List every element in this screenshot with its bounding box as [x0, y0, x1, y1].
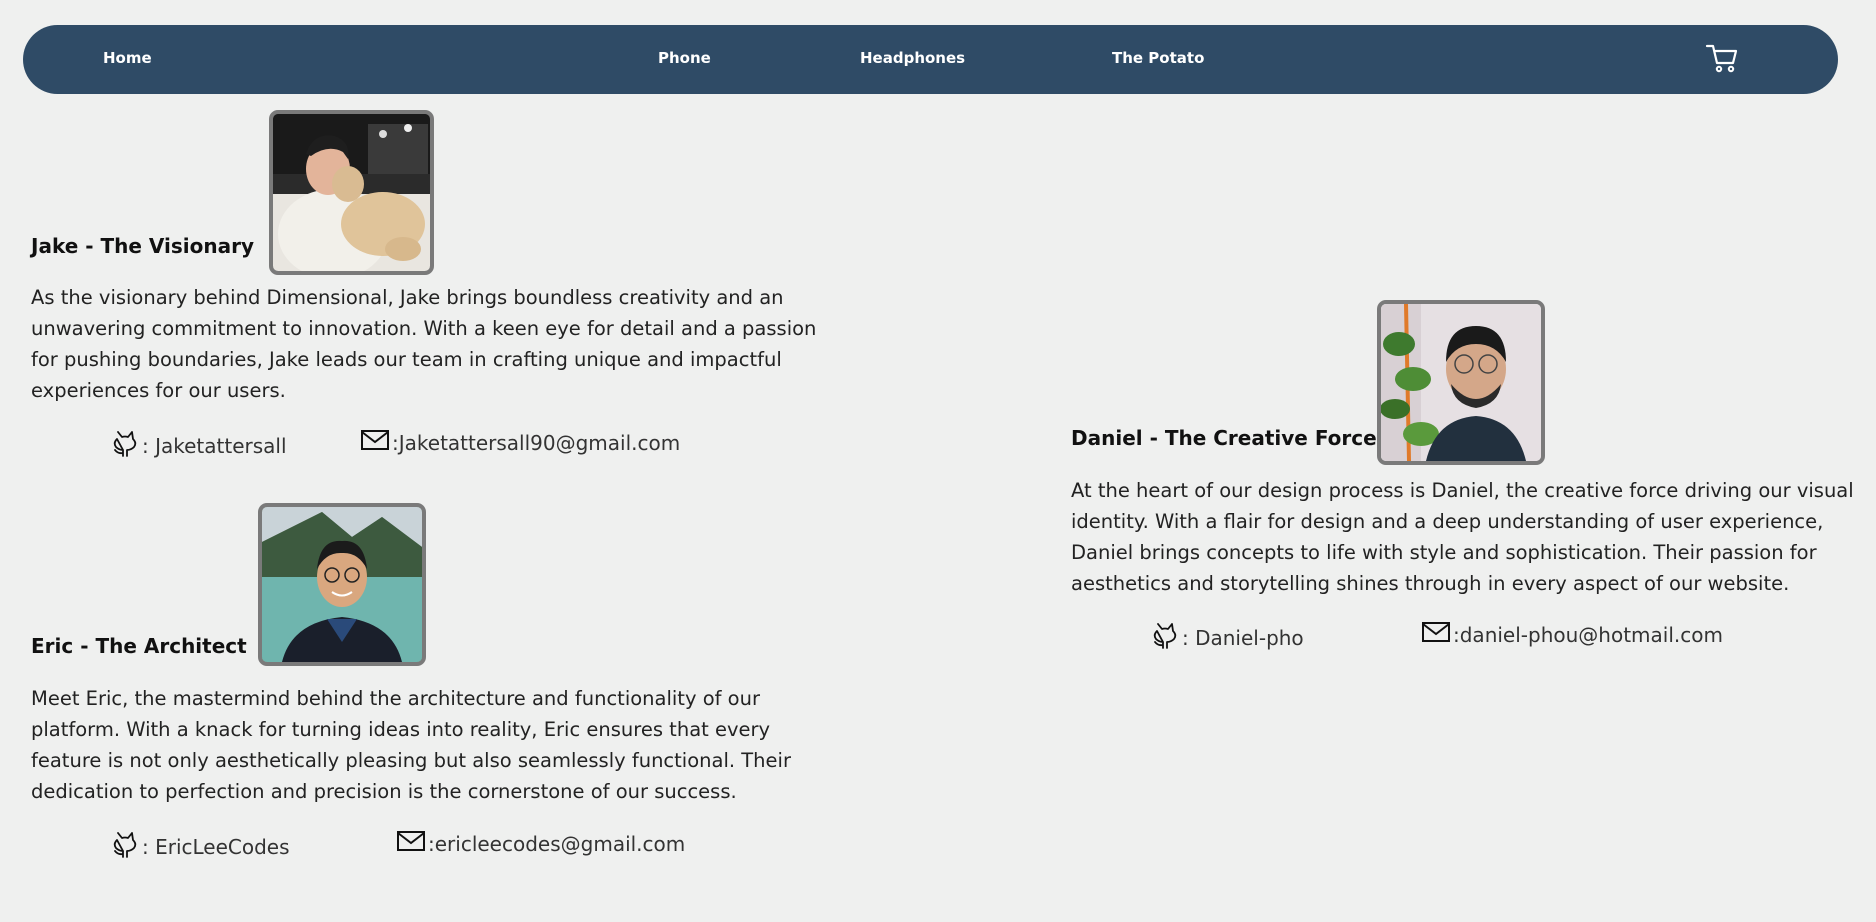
nav-link-home[interactable]: Home — [103, 25, 152, 94]
nav-link-headphones[interactable]: Headphones — [860, 25, 965, 94]
jake-github-link[interactable]: : Jaketattersall — [110, 428, 287, 463]
github-icon — [1150, 620, 1180, 655]
eric-email-address: :ericleecodes@gmail.com — [428, 831, 686, 856]
mail-icon — [1421, 620, 1451, 649]
github-icon — [110, 829, 140, 864]
jake-email-address: :Jaketattersall90@gmail.com — [392, 430, 681, 455]
daniel-photo — [1377, 300, 1545, 465]
jake-photo — [269, 110, 434, 275]
jake-bio: As the visionary behind Dimensional, Jak… — [31, 286, 817, 402]
nav-link-phone[interactable]: Phone — [658, 25, 711, 94]
daniel-github-link[interactable]: : Daniel-pho — [1150, 620, 1304, 655]
eric-github-link[interactable]: : EricLeeCodes — [110, 829, 290, 864]
jake-github-handle: : Jaketattersall — [142, 433, 287, 458]
eric-bio: Meet Eric, the mastermind behind the arc… — [31, 687, 791, 803]
daniel-name: Daniel - The Creative Force — [1071, 426, 1377, 450]
nav-link-the-potato[interactable]: The Potato — [1112, 25, 1204, 94]
eric-github-handle: : EricLeeCodes — [142, 834, 290, 859]
jake-name: Jake - The Visionary — [31, 234, 255, 258]
daniel-github-handle: : Daniel-pho — [1182, 625, 1304, 650]
mail-icon — [360, 428, 390, 457]
daniel-email-address: :daniel-phou@hotmail.com — [1453, 622, 1723, 647]
eric-email-link[interactable]: :ericleecodes@gmail.com — [396, 829, 685, 858]
eric-name: Eric - The Architect — [31, 634, 247, 658]
daniel-bio: At the heart of our design process is Da… — [1071, 479, 1854, 595]
daniel-email-link[interactable]: :daniel-phou@hotmail.com — [1421, 620, 1723, 649]
top-navbar: Home Phone Headphones The Potato — [23, 25, 1838, 94]
mail-icon — [396, 829, 426, 858]
jake-email-link[interactable]: :Jaketattersall90@gmail.com — [360, 428, 680, 457]
github-icon — [110, 428, 140, 463]
eric-photo — [258, 503, 426, 666]
cart-icon[interactable] — [1705, 43, 1739, 73]
